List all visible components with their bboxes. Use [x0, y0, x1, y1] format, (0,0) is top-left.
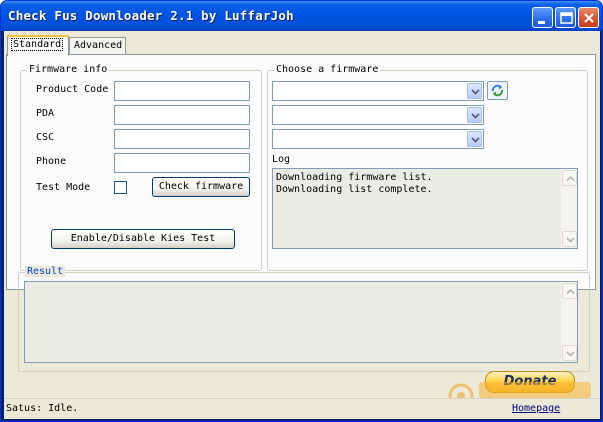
- chevron-down-icon: [471, 113, 480, 119]
- phone-label: Phone: [36, 156, 67, 167]
- pda-label: PDA: [36, 108, 55, 119]
- firmware-combo-3[interactable]: [272, 129, 484, 149]
- scroll-down-button[interactable]: [562, 345, 577, 361]
- scroll-up-button[interactable]: [562, 283, 577, 299]
- app-window: Check Fus Downloader 2.1 by LuffarJoh St…: [0, 0, 603, 422]
- dropdown-arrow[interactable]: [467, 131, 482, 147]
- tab-page-standard: Firmware info Product Code PDA CSC Phone…: [6, 54, 596, 290]
- maximize-button[interactable]: [555, 7, 576, 28]
- title-bar[interactable]: Check Fus Downloader 2.1 by LuffarJoh: [1, 1, 602, 31]
- status-text: Satus: Idle.: [6, 403, 79, 414]
- pda-field[interactable]: [114, 105, 250, 125]
- result-scrollbar[interactable]: [560, 282, 577, 362]
- firmware-info-group: Firmware info Product Code PDA CSC Phone…: [20, 64, 262, 271]
- tab-label: Standard: [10, 38, 64, 51]
- homepage-link[interactable]: Homepage: [512, 403, 560, 414]
- scroll-down-icon: [566, 351, 575, 357]
- dropdown-arrow[interactable]: [467, 83, 482, 99]
- firmware-combo-2[interactable]: [272, 105, 484, 125]
- choose-firmware-group: Choose a firmware Log Downloading firmwa…: [267, 64, 588, 271]
- scroll-up-icon: [566, 175, 575, 182]
- log-scrollbar[interactable]: [560, 169, 577, 248]
- group-label: Result: [25, 266, 66, 277]
- minimize-icon: [538, 21, 545, 24]
- dropdown-arrow[interactable]: [467, 107, 482, 123]
- tab-label: Advanced: [74, 40, 123, 51]
- refresh-icon: [491, 84, 504, 97]
- client-area: Standard Advanced Firmware info Product …: [4, 31, 600, 419]
- maximize-icon: [560, 12, 573, 24]
- scroll-up-button[interactable]: [562, 170, 577, 186]
- chevron-down-icon: [471, 89, 480, 95]
- result-group: Result: [18, 266, 590, 372]
- scroll-down-icon: [566, 237, 575, 243]
- group-label: Firmware info: [27, 64, 110, 75]
- log-textarea[interactable]: Downloading firmware list. Downloading l…: [272, 168, 578, 249]
- close-icon: [584, 13, 594, 23]
- tab-standard[interactable]: Standard: [7, 35, 69, 56]
- log-line: Downloading firmware list.: [276, 172, 433, 183]
- test-mode-label: Test Mode: [36, 182, 91, 193]
- refresh-button[interactable]: [487, 81, 508, 100]
- scroll-down-button[interactable]: [562, 231, 577, 247]
- log-line: Downloading list complete.: [276, 184, 433, 195]
- log-label: Log: [272, 154, 291, 165]
- result-textarea[interactable]: [24, 281, 578, 363]
- test-mode-checkbox[interactable]: [114, 181, 127, 194]
- firmware-combo-1[interactable]: [272, 81, 484, 101]
- csc-label: CSC: [36, 132, 55, 143]
- check-firmware-button[interactable]: Check firmware: [152, 177, 250, 197]
- window-title: Check Fus Downloader 2.1 by LuffarJoh: [8, 8, 294, 23]
- phone-field[interactable]: [114, 153, 250, 173]
- product-code-label: Product Code: [36, 84, 109, 95]
- csc-field[interactable]: [114, 129, 250, 149]
- kies-test-button[interactable]: Enable/Disable Kies Test: [51, 229, 235, 249]
- minimize-button[interactable]: [532, 7, 553, 28]
- chevron-down-icon: [471, 137, 480, 143]
- product-code-field[interactable]: [114, 81, 250, 101]
- close-button[interactable]: [578, 7, 599, 28]
- scroll-up-icon: [566, 288, 575, 295]
- donate-button[interactable]: Donate: [485, 371, 575, 393]
- group-label: Choose a firmware: [274, 64, 381, 75]
- tab-advanced[interactable]: Advanced: [69, 37, 126, 55]
- status-bar: Satus: Idle. Homepage: [4, 398, 600, 419]
